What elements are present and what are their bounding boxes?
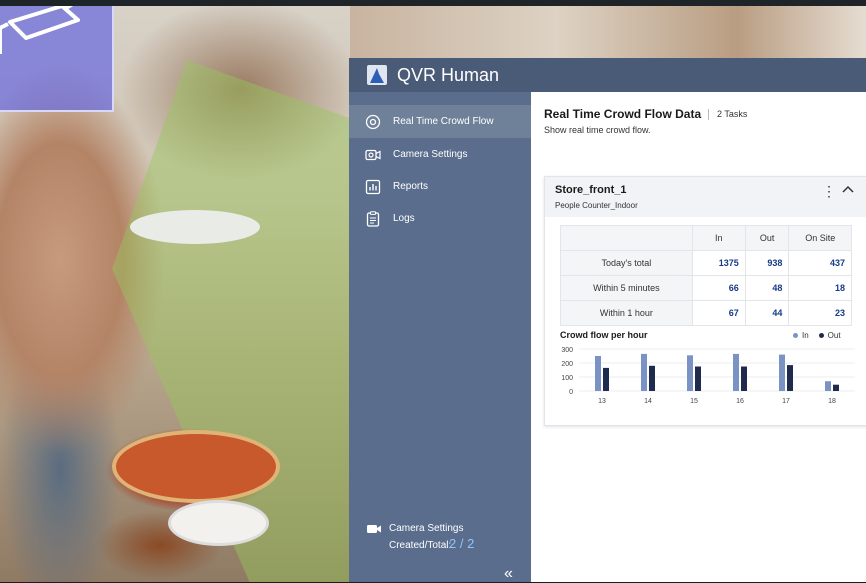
- onsite-value: 18: [788, 275, 852, 301]
- app-title: QVR Human: [397, 65, 500, 85]
- column-header: In: [691, 225, 746, 251]
- out-value: 44: [744, 300, 790, 326]
- sidebar-item-reports[interactable]: Reports: [349, 170, 531, 203]
- table-header-row: In Out On Site: [560, 225, 852, 251]
- row-label: Within 5 minutes: [560, 275, 693, 301]
- column-header: Out: [744, 225, 790, 251]
- bar-out-13: [603, 367, 609, 391]
- bar-in-13: [595, 356, 601, 391]
- column-header: [560, 225, 693, 251]
- task-count: 2 Tasks: [717, 109, 748, 119]
- app-header: QVR Human: [349, 58, 866, 92]
- footer-camera-settings-label[interactable]: Camera Settings: [389, 523, 463, 534]
- card-header: Store_front_1 People Counter_Indoor ⋮: [545, 177, 866, 217]
- crowd-flow-chart: 300 200 100 0 13 14 15 16 17 18: [561, 347, 855, 405]
- table-row: Within 5 minutes 66 48 18: [560, 275, 852, 301]
- title-divider: [708, 109, 709, 120]
- page-title: Real Time Crowd Flow Data: [544, 107, 702, 121]
- bar-out-15: [695, 366, 701, 391]
- out-value: 938: [744, 250, 790, 276]
- y-tick-label: 200: [561, 361, 573, 368]
- security-camera-icon: [0, 2, 80, 54]
- more-options-button[interactable]: ⋮: [822, 183, 836, 200]
- column-header: On Site: [788, 225, 852, 251]
- x-tick-label: 17: [782, 398, 790, 405]
- clipboard-icon: [366, 210, 380, 227]
- target-icon: [365, 114, 381, 129]
- x-tick-label: 18: [828, 398, 836, 405]
- camera-type: People Counter_Indoor: [555, 201, 638, 210]
- x-tick-label: 15: [690, 398, 698, 405]
- bar-out-18: [833, 384, 839, 391]
- pizza-image: [112, 430, 280, 503]
- bar-in-18: [825, 381, 831, 391]
- legend-in-label: In: [802, 331, 809, 340]
- camera-area-box: [0, 0, 114, 112]
- qvr-logo-icon: [367, 65, 387, 85]
- page-subtitle: Show real time crowd flow.: [544, 125, 651, 135]
- bar-in-14: [641, 353, 647, 391]
- sidebar-item-camera-settings[interactable]: Camera Settings: [349, 138, 531, 171]
- salad-plate: [130, 210, 260, 244]
- camera-settings-icon: [367, 525, 381, 533]
- in-value: 67: [691, 300, 746, 326]
- main-panel: Real Time Crowd Flow Data 2 Tasks Show r…: [531, 92, 866, 582]
- sidebar-item-label: Reports: [393, 181, 429, 192]
- background-photo-top: [350, 0, 866, 58]
- camera-icon: [365, 149, 381, 160]
- sidebar-item-real-time-crowd-flow[interactable]: Real Time Crowd Flow: [349, 105, 531, 138]
- onsite-value: 437: [788, 250, 852, 276]
- x-tick-label: 16: [736, 398, 744, 405]
- chart-title: Crowd flow per hour: [560, 330, 648, 340]
- out-value: 48: [744, 275, 790, 301]
- legend-out-swatch: [818, 333, 824, 338]
- bar-in-16: [733, 353, 739, 391]
- y-tick-label: 300: [561, 347, 573, 354]
- table-row: Today's total 1375 938 437: [560, 250, 852, 276]
- chart-legend: In Out: [793, 331, 841, 340]
- sidebar-item-label: Real Time Crowd Flow: [393, 116, 494, 127]
- row-label: Within 1 hour: [560, 300, 693, 326]
- bar-in-17: [779, 354, 785, 391]
- in-value: 1375: [691, 250, 746, 276]
- chevron-up-icon[interactable]: [841, 183, 855, 195]
- bar-out-14: [649, 365, 655, 391]
- camera-name: Store_front_1: [555, 184, 627, 196]
- sidebar: Real Time Crowd Flow Camera Settings Rep…: [349, 92, 531, 582]
- collapse-sidebar-button[interactable]: «: [504, 565, 513, 583]
- y-tick-label: 100: [561, 375, 573, 382]
- sidebar-item-label: Logs: [393, 213, 415, 224]
- created-total-label: Created/Total:: [389, 540, 452, 551]
- x-tick-label: 13: [598, 398, 606, 405]
- legend-out-label: Out: [827, 331, 841, 340]
- app-window: QVR Human Real Time Crowd Flow Camera Se…: [349, 58, 866, 582]
- sidebar-item-logs[interactable]: Logs: [349, 202, 531, 235]
- top-strip: [0, 0, 866, 6]
- table-row: Within 1 hour 67 44 23: [560, 300, 852, 326]
- y-tick-label: 0: [569, 389, 573, 396]
- camera-card: Store_front_1 People Counter_Indoor ⋮ In…: [544, 176, 866, 426]
- legend-in-swatch: [793, 333, 798, 338]
- bar-in-15: [687, 355, 693, 391]
- in-value: 66: [691, 275, 746, 301]
- chart-icon: [365, 179, 381, 194]
- sauce-bowl: [168, 500, 269, 546]
- row-label: Today's total: [560, 250, 693, 276]
- bar-out-17: [787, 365, 793, 391]
- created-total-value: 2 / 2: [449, 536, 475, 551]
- sidebar-item-label: Camera Settings: [393, 149, 468, 160]
- stats-table: In Out On Site Today's total 1375 938 43…: [560, 225, 852, 326]
- onsite-value: 23: [788, 300, 852, 326]
- bar-out-16: [741, 366, 747, 391]
- x-tick-label: 14: [644, 398, 652, 405]
